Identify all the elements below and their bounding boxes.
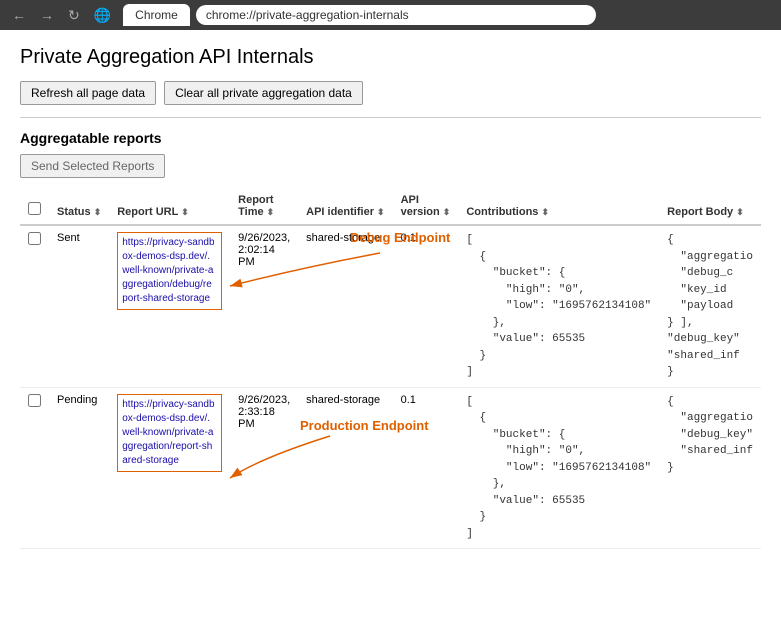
clear-button[interactable]: Clear all private aggregation data <box>164 81 363 105</box>
nav-controls: ← → ↻ <box>8 5 84 26</box>
row2-api-id: shared-storage <box>298 387 392 549</box>
row1-report-body: { "aggregatio "debug_c "key_id "payload … <box>659 225 761 387</box>
table-wrapper: Debug Endpoint Production Endpoint <box>20 188 761 549</box>
page-content: Private Aggregation API Internals Refres… <box>0 30 781 565</box>
table-header-row: Status ⬍ Report URL ⬍ ReportTime ⬍ API i… <box>20 188 761 225</box>
reload-button[interactable]: ↻ <box>64 5 84 26</box>
toolbar: Refresh all page data Clear all private … <box>20 81 761 105</box>
browser-chrome: ← → ↻ 🌐 Chrome chrome://private-aggregat… <box>0 0 781 30</box>
row1-checkbox-cell <box>20 225 49 387</box>
row2-url-cell: https://privacy-sandbox-demos-dsp.dev/.w… <box>109 387 230 549</box>
row2-report-body: { "aggregatio "debug_key" "shared_inf } <box>659 387 761 549</box>
url-text: chrome://private-aggregation-internals <box>206 8 409 22</box>
row2-status: Pending <box>49 387 109 549</box>
row2-url-box: https://privacy-sandbox-demos-dsp.dev/.w… <box>117 394 222 472</box>
header-api-version: APIversion ⬍ <box>393 188 459 225</box>
row1-api-version: 0.1 <box>393 225 459 387</box>
forward-button[interactable]: → <box>36 5 58 25</box>
row1-api-id: shared-storage <box>298 225 392 387</box>
send-selected-button[interactable]: Send Selected Reports <box>20 154 165 178</box>
row2-contributions: [ { "bucket": { "high": "0", "low": "169… <box>458 387 659 549</box>
browser-tab[interactable]: Chrome <box>123 4 190 26</box>
header-status: Status ⬍ <box>49 188 109 225</box>
row2-checkbox[interactable] <box>28 394 41 407</box>
production-endpoint-annotation: Production Endpoint <box>300 418 429 433</box>
row1-checkbox[interactable] <box>28 232 41 245</box>
header-report-time: ReportTime ⬍ <box>230 188 298 225</box>
row2-checkbox-cell <box>20 387 49 549</box>
row2-api-version: 0.1 <box>393 387 459 549</box>
row1-url-box: https://privacy-sandbox-demos-dsp.dev/.w… <box>117 232 222 310</box>
tab-label: Chrome <box>135 8 178 22</box>
header-report-body: Report Body ⬍ <box>659 188 761 225</box>
row2-report-time: 9/26/2023,2:33:18PM <box>230 387 298 549</box>
divider <box>20 117 761 118</box>
row1-contributions: [ { "bucket": { "high": "0", "low": "169… <box>458 225 659 387</box>
refresh-button[interactable]: Refresh all page data <box>20 81 156 105</box>
table-row: Pending https://privacy-sandbox-demos-ds… <box>20 387 761 549</box>
row1-status: Sent <box>49 225 109 387</box>
header-api-id: API identifier ⬍ <box>298 188 392 225</box>
header-contributions: Contributions ⬍ <box>458 188 659 225</box>
table-row: Sent https://privacy-sandbox-demos-dsp.d… <box>20 225 761 387</box>
header-url: Report URL ⬍ <box>109 188 230 225</box>
select-all-checkbox[interactable] <box>28 202 41 215</box>
row1-report-time: 9/26/2023,2:02:14PM <box>230 225 298 387</box>
row1-url-cell: https://privacy-sandbox-demos-dsp.dev/.w… <box>109 225 230 387</box>
chrome-logo-icon: 🌐 <box>94 7 111 24</box>
page-title: Private Aggregation API Internals <box>20 46 761 69</box>
address-bar[interactable]: chrome://private-aggregation-internals <box>196 5 596 25</box>
debug-endpoint-annotation: Debug Endpoint <box>350 230 450 245</box>
back-button[interactable]: ← <box>8 5 30 25</box>
header-checkbox <box>20 188 49 225</box>
section-title: Aggregatable reports <box>20 130 761 146</box>
